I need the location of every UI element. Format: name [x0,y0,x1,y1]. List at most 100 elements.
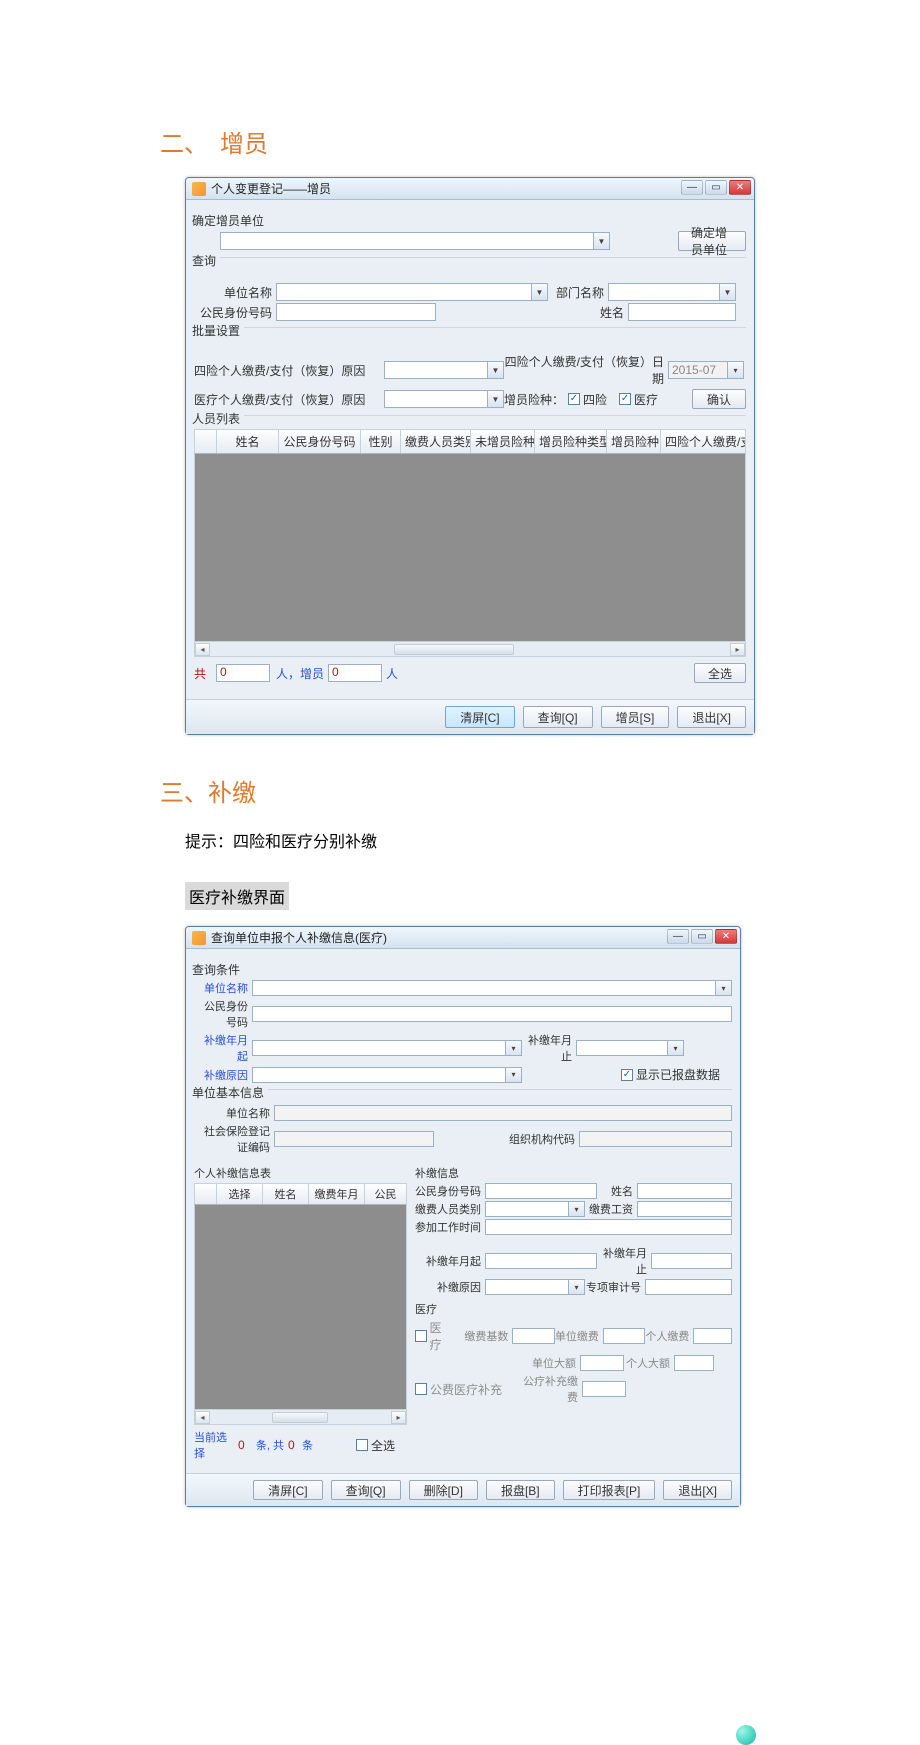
table-header-2: 选择 姓名 缴费年月 公民 [194,1183,407,1205]
scroll-right-button[interactable]: ▸ [391,1411,406,1424]
scroll-thumb[interactable] [272,1412,328,1423]
checkbox-four-label: 四险 [583,391,607,408]
checkbox-med[interactable]: ✓医疗 [619,391,658,408]
titlebar[interactable]: 个人变更登记——增员 — ▭ ✕ [186,178,754,200]
print-button[interactable]: 打印报表[P] [563,1480,656,1500]
footer-buttons-2: 清屏[C] 查询[Q] 删除[D] 报盘[B] 打印报表[P] 退出[X] [186,1473,740,1506]
r-medhdr: 医疗 [415,1301,732,1317]
scroll-thumb[interactable] [394,644,514,655]
four-date-combo[interactable]: 2015-07 ▾ [668,361,744,379]
col2-blank[interactable] [195,1184,217,1204]
ymfrom-combo[interactable]: ▾ [252,1040,522,1056]
dept-combo[interactable]: ▼ [608,283,736,301]
select-all-button[interactable]: 全选 [694,663,746,683]
close-button[interactable]: ✕ [715,929,737,944]
col-name[interactable]: 姓名 [217,430,279,453]
checkbox-showreported[interactable]: ✓显示已报盘数据 [621,1066,720,1083]
table-header: 姓名 公民身份号码 性别 缴费人员类别 未增员险种 增员险种类型 增员险种 四险… [194,429,746,454]
window-title-2: 查询单位申报个人补缴信息(医疗) [211,929,387,946]
col-addins[interactable]: 增员险种 [607,430,661,453]
scroll-right-button[interactable]: ▸ [730,643,745,656]
add-button[interactable]: 增员[S] [601,706,670,728]
h-scrollbar-2[interactable]: ◂ ▸ [194,1410,407,1425]
col-fourpay[interactable]: 四险个人缴费/支付( [661,430,745,453]
unit-combo[interactable]: ▼ [276,283,548,301]
r-idno-input[interactable] [485,1183,597,1199]
app-icon [192,182,206,196]
r-base-input[interactable] [512,1328,554,1344]
col2-idpart[interactable]: 公民 [365,1184,406,1204]
confirm-unit-combo[interactable]: ▼ [220,232,610,250]
sel-end: 条 [302,1437,317,1453]
export-button[interactable]: 报盘[B] [486,1480,555,1500]
r-pubsup-input[interactable] [582,1381,626,1397]
col-idno[interactable]: 公民身份号码 [279,430,361,453]
col-gender[interactable]: 性别 [361,430,401,453]
query-button-2[interactable]: 查询[Q] [331,1480,401,1500]
idno-input-2[interactable] [252,1006,732,1022]
r-reason-combo[interactable]: ▾ [485,1279,585,1295]
exit-button-2[interactable]: 退出[X] [663,1480,732,1500]
r-wage-input[interactable] [637,1201,732,1217]
confirm-unit-button[interactable]: 确定增员单位 [678,231,746,251]
clear-button[interactable]: 清屏[C] [445,706,514,728]
delete-button[interactable]: 删除[D] [409,1480,478,1500]
titlebar-2[interactable]: 查询单位申报个人补缴信息(医疗) — ▭ ✕ [186,927,740,949]
r-ptype-combo[interactable]: ▾ [485,1201,585,1217]
ymto-combo[interactable]: ▾ [576,1040,684,1056]
orgcode-input [579,1131,732,1147]
checkbox-four[interactable]: ✓四险 [568,391,607,408]
query-button[interactable]: 查询[Q] [523,706,593,728]
name-input[interactable] [628,303,736,321]
col2-ym[interactable]: 缴费年月 [309,1184,365,1204]
window-title: 个人变更登记——增员 [211,180,331,197]
med-reason-combo[interactable]: ▼ [384,390,504,408]
hint-text: 提示：四险和医疗分别补缴 [185,828,900,852]
reason-combo[interactable]: ▾ [252,1067,522,1083]
checkbox-all[interactable]: ✓全选 [356,1437,395,1454]
col-paytype[interactable]: 缴费人员类别 [401,430,471,453]
label-dept: 部门名称 [548,284,608,301]
r-unitbig-input[interactable] [580,1355,624,1371]
chevron-down-icon: ▼ [531,284,547,300]
chevron-down-icon: ▼ [487,391,503,407]
idno-input[interactable] [276,303,436,321]
scroll-left-button[interactable]: ◂ [195,1411,210,1424]
r-worktime-input[interactable] [485,1219,732,1235]
label-four-reason: 四险个人缴费/支付（恢复）原因 [194,362,384,379]
exit-button[interactable]: 退出[X] [677,706,746,728]
col-noadd[interactable]: 未增员险种 [471,430,535,453]
maximize-button[interactable]: ▭ [705,180,727,195]
scroll-left-button[interactable]: ◂ [195,643,210,656]
footer-buttons: 清屏[C] 查询[Q] 增员[S] 退出[X] [186,699,754,734]
minimize-button[interactable]: — [681,180,703,195]
r-special-input[interactable] [645,1279,732,1295]
r-indpay-input[interactable] [693,1328,732,1344]
close-button[interactable]: ✕ [729,180,751,195]
confirm-button[interactable]: 确认 [692,389,746,409]
h-scrollbar[interactable]: ◂ ▸ [194,642,746,657]
r-unitpay-input[interactable] [603,1328,645,1344]
minimize-button[interactable]: — [667,929,689,944]
col2-name[interactable]: 姓名 [263,1184,309,1204]
window-supplement-med: 查询单位申报个人补缴信息(医疗) — ▭ ✕ 查询条件 单位名称 ▾ 公民身份号… [185,926,741,1507]
col-addtype[interactable]: 增员险种类型 [535,430,607,453]
floating-badge[interactable] [736,1725,756,1745]
label-socno: 社会保险登记证编码 [194,1123,274,1155]
clear-button-2[interactable]: 清屏[C] [253,1480,322,1500]
table-body-2[interactable] [194,1205,407,1410]
label-reason: 补缴原因 [194,1067,252,1083]
maximize-button[interactable]: ▭ [691,929,713,944]
r-ymto-input[interactable] [651,1253,732,1269]
group-query-2: 查询条件 [188,961,244,978]
unit-combo-2[interactable]: ▾ [252,980,732,996]
table-body[interactable] [194,454,746,642]
label-four-date: 四险个人缴费/支付（恢复）日期 [504,353,668,387]
r-name-input[interactable] [637,1183,732,1199]
four-reason-combo[interactable]: ▼ [384,361,504,379]
r-indbig-input[interactable] [674,1355,714,1371]
col2-select[interactable]: 选择 [217,1184,263,1204]
label-idno: 公民身份号码 [194,304,276,321]
r-ymfrom-input[interactable] [485,1253,597,1269]
col-blank[interactable] [195,430,217,453]
